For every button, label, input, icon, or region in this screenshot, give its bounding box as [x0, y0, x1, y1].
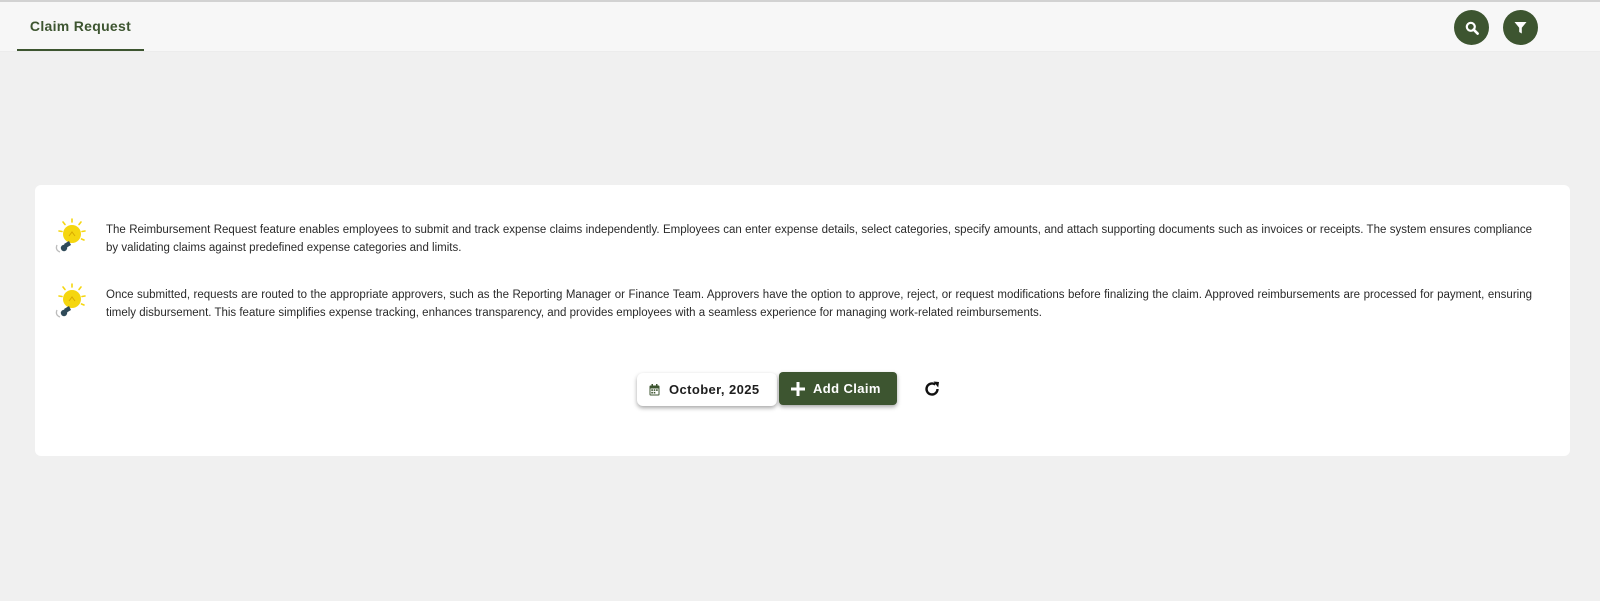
plus-icon — [791, 381, 805, 396]
search-button[interactable] — [1454, 10, 1489, 45]
add-claim-button[interactable]: Add Claim — [779, 372, 897, 405]
search-icon — [1465, 21, 1479, 35]
lightbulb-icon — [55, 283, 86, 318]
month-picker-button[interactable]: October, 2025 — [637, 373, 777, 406]
refresh-icon — [925, 381, 939, 396]
filter-icon — [1514, 21, 1527, 33]
info-paragraph: Once submitted, requests are routed to t… — [106, 289, 1532, 319]
filter-button[interactable] — [1503, 10, 1538, 45]
month-label: October, 2025 — [669, 382, 760, 397]
claim-controls: October, 2025 Add Claim — [35, 372, 1570, 413]
info-paragraph: The Reimbursement Request feature enable… — [106, 224, 1532, 254]
lightbulb-icon — [55, 218, 86, 253]
info-card: The Reimbursement Request feature enable… — [35, 185, 1570, 456]
add-claim-label: Add Claim — [813, 381, 881, 396]
calendar-icon — [649, 383, 660, 395]
top-bar: Claim Request — [0, 0, 1600, 51]
tab-claim-request[interactable]: Claim Request — [17, 2, 144, 51]
refresh-button[interactable] — [921, 378, 943, 400]
